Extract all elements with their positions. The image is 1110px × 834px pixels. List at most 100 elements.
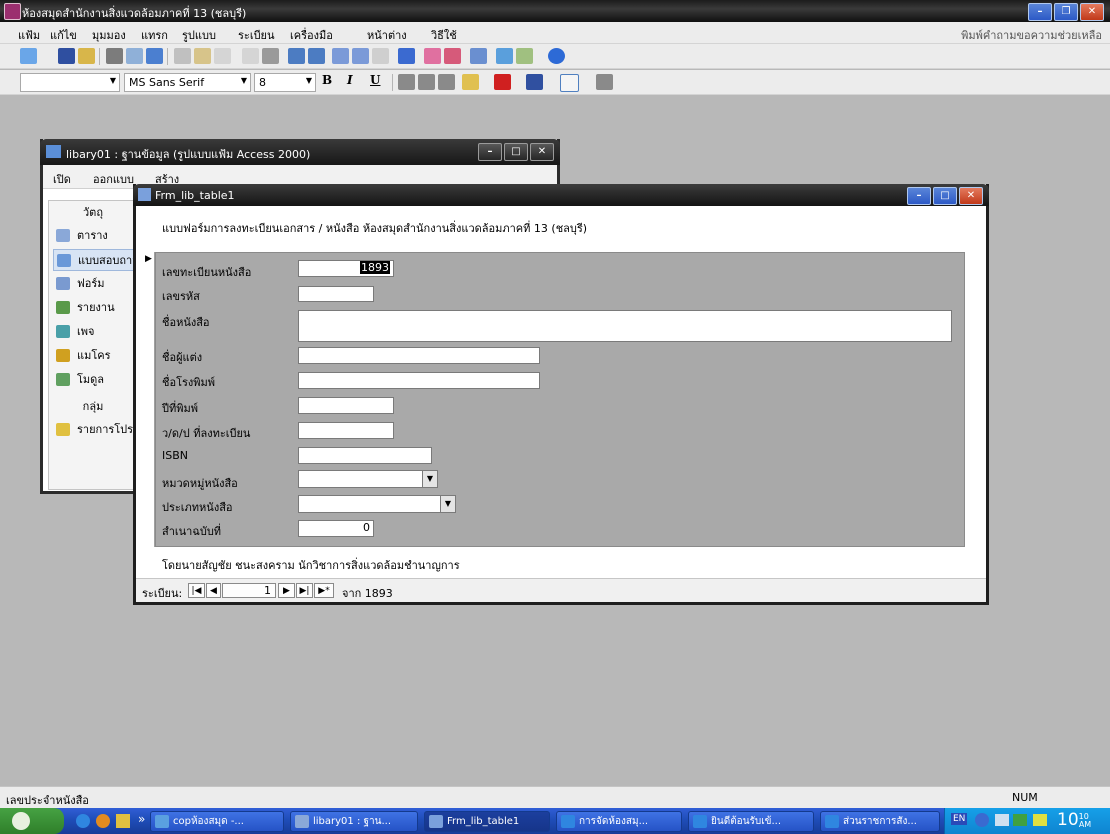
sidebar-item-reports[interactable]: รายงาน <box>53 297 137 319</box>
find-icon[interactable] <box>398 48 415 64</box>
sort-ascending-icon[interactable] <box>288 48 305 64</box>
record-selector[interactable]: ▶ <box>143 252 155 547</box>
minimize-button[interactable]: – <box>1028 3 1052 21</box>
design-button[interactable]: ออกแบบ <box>93 170 134 188</box>
filter-by-form-icon[interactable] <box>352 48 369 64</box>
next-record-button[interactable]: ▶ <box>278 583 295 598</box>
font-color-icon[interactable] <box>494 74 511 90</box>
sidebar-item-tables[interactable]: ตาราง <box>53 225 137 247</box>
first-record-button[interactable]: |◀ <box>188 583 205 598</box>
properties-icon[interactable] <box>470 48 487 64</box>
italic-button[interactable]: I <box>347 73 353 87</box>
taskbar-item-government[interactable]: ส่วนราชการสัง... <box>820 811 940 832</box>
db-minimize-button[interactable]: – <box>478 143 502 161</box>
print-icon[interactable] <box>106 48 123 64</box>
menu-file[interactable]: แฟ้ม <box>18 26 40 44</box>
sidebar-item-macros[interactable]: แมโคร <box>53 345 137 367</box>
sidebar-item-favorites[interactable]: รายการโปรด <box>53 419 140 441</box>
form-window-title-bar[interactable]: Frm_lib_table1 – □ ✕ <box>133 184 989 206</box>
publisher-field[interactable] <box>298 372 540 389</box>
clipboard-icon[interactable] <box>262 48 279 64</box>
previous-record-button[interactable]: ◀ <box>206 583 221 598</box>
form-minimize-button[interactable]: – <box>907 187 931 205</box>
menu-tools[interactable]: เครื่องมือ <box>290 26 333 44</box>
new-record-button[interactable]: ▶* <box>314 583 334 598</box>
book-type-combo[interactable]: ▼ <box>298 495 456 513</box>
author-field[interactable] <box>298 347 540 364</box>
menu-window[interactable]: หน้าต่าง <box>367 26 407 44</box>
sidebar-item-forms[interactable]: ฟอร์ม <box>53 273 137 295</box>
save-icon[interactable] <box>58 48 75 64</box>
font-size-combo[interactable]: 8 ▼ <box>254 73 316 92</box>
sidebar-item-pages[interactable]: เพจ <box>53 321 137 343</box>
taskbar-item-db[interactable]: libary01 : ฐาน... <box>290 811 418 832</box>
help-icon[interactable] <box>548 48 565 64</box>
sidebar-item-queries[interactable]: แบบสอบถาม <box>53 249 139 271</box>
align-left-icon[interactable] <box>398 74 415 90</box>
new-record-icon[interactable] <box>424 48 441 64</box>
registration-no-field[interactable]: 1893 <box>298 260 394 277</box>
close-button[interactable]: ✕ <box>1080 3 1104 21</box>
update-icon[interactable] <box>1033 814 1047 826</box>
back-arrow-icon[interactable] <box>975 813 989 827</box>
database-window-title-bar[interactable]: libary01 : ฐานข้อมูล (รูปแบบแฟ้ม Access … <box>40 139 560 165</box>
taskbar-item-library[interactable]: การจัดห้องสมุ... <box>556 811 682 832</box>
code-field[interactable] <box>298 286 374 302</box>
book-title-field[interactable] <box>298 310 952 342</box>
dropdown-arrow-icon[interactable]: ▼ <box>440 496 455 512</box>
design-view-icon[interactable] <box>20 48 37 64</box>
taskbar-item-form[interactable]: Frm_lib_table1 <box>424 811 550 832</box>
network-icon[interactable] <box>995 814 1009 826</box>
db-close-button[interactable]: ✕ <box>530 143 554 161</box>
bold-button[interactable]: B <box>322 73 332 87</box>
spelling-icon[interactable] <box>146 48 163 64</box>
apply-filter-icon[interactable] <box>372 48 389 64</box>
fill-color-icon[interactable] <box>462 74 479 90</box>
taskbar-item-cop[interactable]: copห้องสมุด -... <box>150 811 284 832</box>
publish-year-field[interactable] <box>298 397 394 414</box>
object-combo[interactable]: ▼ <box>20 73 120 92</box>
antivirus-icon[interactable] <box>1013 814 1027 826</box>
line-color-icon[interactable] <box>526 74 543 90</box>
firefox-quicklaunch-icon[interactable] <box>96 814 110 828</box>
font-name-combo[interactable]: MS Sans Serif ▼ <box>124 73 251 92</box>
app-title-bar[interactable]: ห้องสมุดสำนักงานสิ่งแวดล้อมภาคที่ 13 (ชล… <box>0 0 1110 22</box>
delete-record-icon[interactable] <box>444 48 461 64</box>
current-record-field[interactable]: 1 <box>222 583 276 598</box>
menu-help[interactable]: วิธีใช้ <box>431 26 457 44</box>
sidebar-item-modules[interactable]: โมดูล <box>53 369 137 391</box>
language-indicator[interactable]: EN <box>951 813 968 825</box>
sort-descending-icon[interactable] <box>308 48 325 64</box>
print-preview-icon[interactable] <box>126 48 143 64</box>
help-question-box[interactable]: พิมพ์คำถามขอความช่วยเหลือ <box>961 26 1102 44</box>
taskbar-item-welcome[interactable]: ยินดีต้อนรับเข้... <box>688 811 814 832</box>
menu-edit[interactable]: แก้ไข <box>50 26 77 44</box>
new-object-icon[interactable] <box>516 48 533 64</box>
menu-view[interactable]: มุมมอง <box>92 26 126 44</box>
copy-icon[interactable] <box>194 48 211 64</box>
db-maximize-button[interactable]: □ <box>504 143 528 161</box>
paste-icon[interactable] <box>214 48 231 64</box>
copy-no-field[interactable]: 0 <box>298 520 374 537</box>
form-close-button[interactable]: ✕ <box>959 187 983 205</box>
menu-records[interactable]: ระเบียน <box>238 26 275 44</box>
open-button[interactable]: เปิด <box>53 170 71 188</box>
align-right-icon[interactable] <box>438 74 455 90</box>
database-window-icon[interactable] <box>496 48 513 64</box>
cut-icon[interactable] <box>174 48 191 64</box>
clock[interactable]: 1010AM <box>1057 810 1101 830</box>
file-search-icon[interactable] <box>78 48 95 64</box>
folder-quicklaunch-icon[interactable] <box>116 814 130 828</box>
align-center-icon[interactable] <box>418 74 435 90</box>
border-icon[interactable] <box>560 74 579 92</box>
book-category-combo[interactable]: ▼ <box>298 470 438 488</box>
underline-button[interactable]: U <box>370 73 380 87</box>
dropdown-arrow-icon[interactable]: ▼ <box>422 471 437 487</box>
restore-button[interactable]: ❐ <box>1054 3 1078 21</box>
quicklaunch-overflow[interactable]: » <box>138 812 145 826</box>
line-width-icon[interactable] <box>596 74 613 90</box>
isbn-field[interactable] <box>298 447 432 464</box>
start-button[interactable] <box>0 808 64 834</box>
last-record-button[interactable]: ▶| <box>296 583 313 598</box>
filter-by-selection-icon[interactable] <box>332 48 349 64</box>
